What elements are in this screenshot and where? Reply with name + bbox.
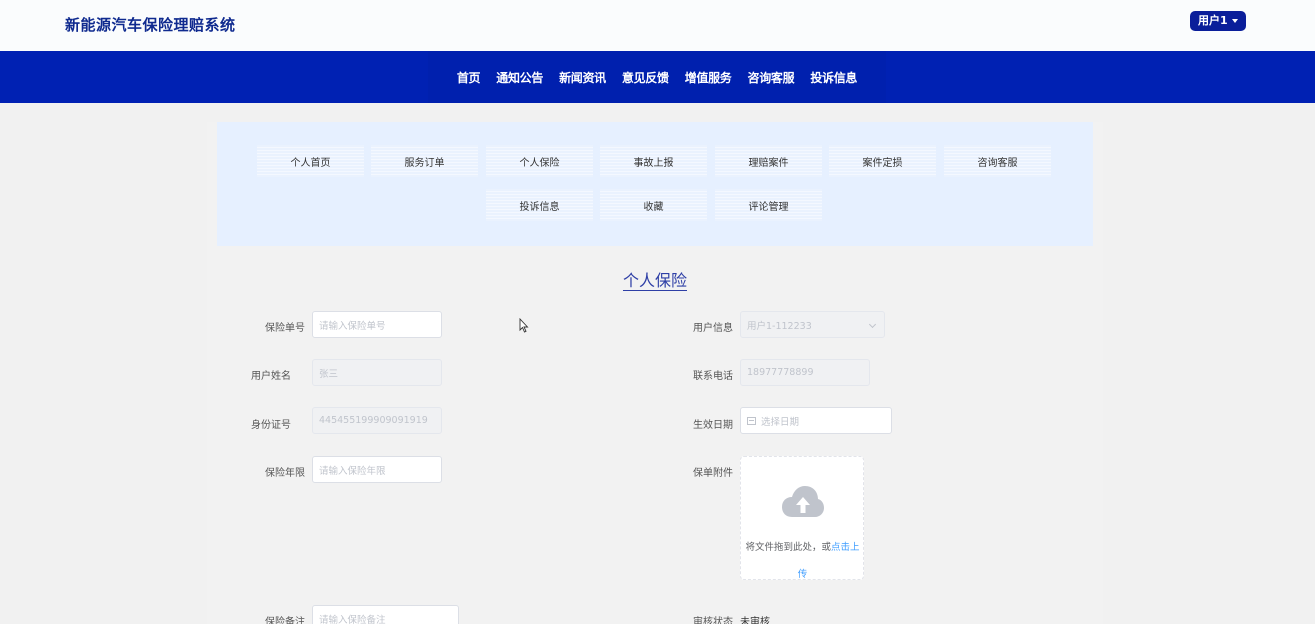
upload-cloud-icon xyxy=(782,486,824,517)
nav-item-value-added[interactable]: 增值服务 xyxy=(685,69,732,86)
nav-item-home[interactable]: 首页 xyxy=(457,69,481,86)
sub-menu-item-accident-report[interactable]: 事故上报 xyxy=(600,145,707,177)
page-title: 个人保险 xyxy=(207,267,1103,291)
user-name-value: 张三 xyxy=(319,368,339,380)
term-label: 保险年限 xyxy=(265,468,305,479)
sub-menu-item-consult[interactable]: 咨询客服 xyxy=(944,145,1051,177)
phone-value: 18977778899 xyxy=(747,367,814,378)
id-no-value: 445455199909091919 xyxy=(319,415,428,426)
sub-menu-item-claim-cases[interactable]: 理赔案件 xyxy=(715,145,822,177)
sub-menu: 个人首页 服务订单 个人保险 事故上报 理赔案件 案件定损 咨询客服 投诉信息 … xyxy=(217,122,1093,246)
sub-menu-item-favorites[interactable]: 收藏 xyxy=(600,189,707,221)
review-status-value: 未审核 xyxy=(740,617,770,624)
main-nav: 首页 通知公告 新闻资讯 意见反馈 增值服务 咨询客服 投诉信息 xyxy=(0,51,1315,103)
policy-no-placeholder: 请输入保险单号 xyxy=(319,320,386,332)
upload-instruction-text: 将文件拖到此处，或 xyxy=(745,542,831,553)
user-info-value: 用户1-112233 xyxy=(747,320,812,332)
page-title-text: 个人保险 xyxy=(622,271,687,290)
id-no-field: 445455199909091919 xyxy=(312,407,442,434)
calendar-icon xyxy=(747,416,756,425)
nav-item-complaints[interactable]: 投诉信息 xyxy=(810,69,857,86)
chevron-down-icon xyxy=(868,320,877,329)
id-no-label: 身份证号 xyxy=(251,420,291,431)
upload-click-link-continued[interactable]: 传 xyxy=(741,566,864,580)
phone-field: 18977778899 xyxy=(740,359,870,386)
policy-no-label: 保险单号 xyxy=(265,323,305,334)
caret-down-icon xyxy=(1231,19,1238,23)
main-nav-items: 首页 通知公告 新闻资讯 意见反馈 增值服务 咨询客服 投诉信息 xyxy=(428,51,886,103)
attachment-upload-dropzone[interactable]: 将文件拖到此处，或点击上 传 xyxy=(740,456,864,580)
user-menu-button[interactable]: 用户1 xyxy=(1190,11,1246,31)
nav-item-news[interactable]: 新闻资讯 xyxy=(559,69,606,86)
term-placeholder: 请输入保险年限 xyxy=(319,465,386,477)
remark-placeholder: 请输入保险备注 xyxy=(319,614,386,624)
effective-date-label: 生效日期 xyxy=(693,420,733,431)
upload-click-link[interactable]: 点击上 xyxy=(831,542,860,553)
user-info-select: 用户1-112233 xyxy=(740,311,885,338)
user-menu-label: 用户1 xyxy=(1198,14,1228,27)
content-panel: 个人首页 服务订单 个人保险 事故上报 理赔案件 案件定损 咨询客服 投诉信息 … xyxy=(207,122,1103,624)
remark-label: 保险备注 xyxy=(265,617,305,624)
mouse-cursor-icon xyxy=(519,318,529,333)
attachment-label: 保单附件 xyxy=(693,468,733,479)
user-name-label: 用户姓名 xyxy=(251,371,291,382)
nav-item-feedback[interactable]: 意见反馈 xyxy=(622,69,669,86)
sub-menu-item-complaints[interactable]: 投诉信息 xyxy=(486,189,593,221)
top-bar: 新能源汽车保险理赔系统 用户1 xyxy=(0,0,1315,51)
nav-item-consult[interactable]: 咨询客服 xyxy=(748,69,795,86)
sub-menu-item-loss-assessment[interactable]: 案件定损 xyxy=(829,145,936,177)
upload-instruction: 将文件拖到此处，或点击上 xyxy=(741,539,864,553)
phone-label: 联系电话 xyxy=(693,371,733,382)
policy-no-input[interactable]: 请输入保险单号 xyxy=(312,311,442,338)
user-name-field: 张三 xyxy=(312,359,442,386)
site-title: 新能源汽车保险理赔系统 xyxy=(65,16,236,34)
user-info-label: 用户信息 xyxy=(693,323,733,334)
sub-menu-item-personal-insurance[interactable]: 个人保险 xyxy=(486,145,593,177)
remark-input[interactable]: 请输入保险备注 xyxy=(312,605,459,624)
sub-menu-item-service-orders[interactable]: 服务订单 xyxy=(371,145,478,177)
sub-menu-item-profile-home[interactable]: 个人首页 xyxy=(257,145,364,177)
effective-date-placeholder: 选择日期 xyxy=(761,416,800,428)
nav-item-notices[interactable]: 通知公告 xyxy=(496,69,543,86)
sub-menu-item-comments[interactable]: 评论管理 xyxy=(715,189,822,221)
effective-date-picker[interactable]: 选择日期 xyxy=(740,407,892,434)
review-status-label: 审核状态 xyxy=(693,617,733,624)
term-input[interactable]: 请输入保险年限 xyxy=(312,456,442,483)
